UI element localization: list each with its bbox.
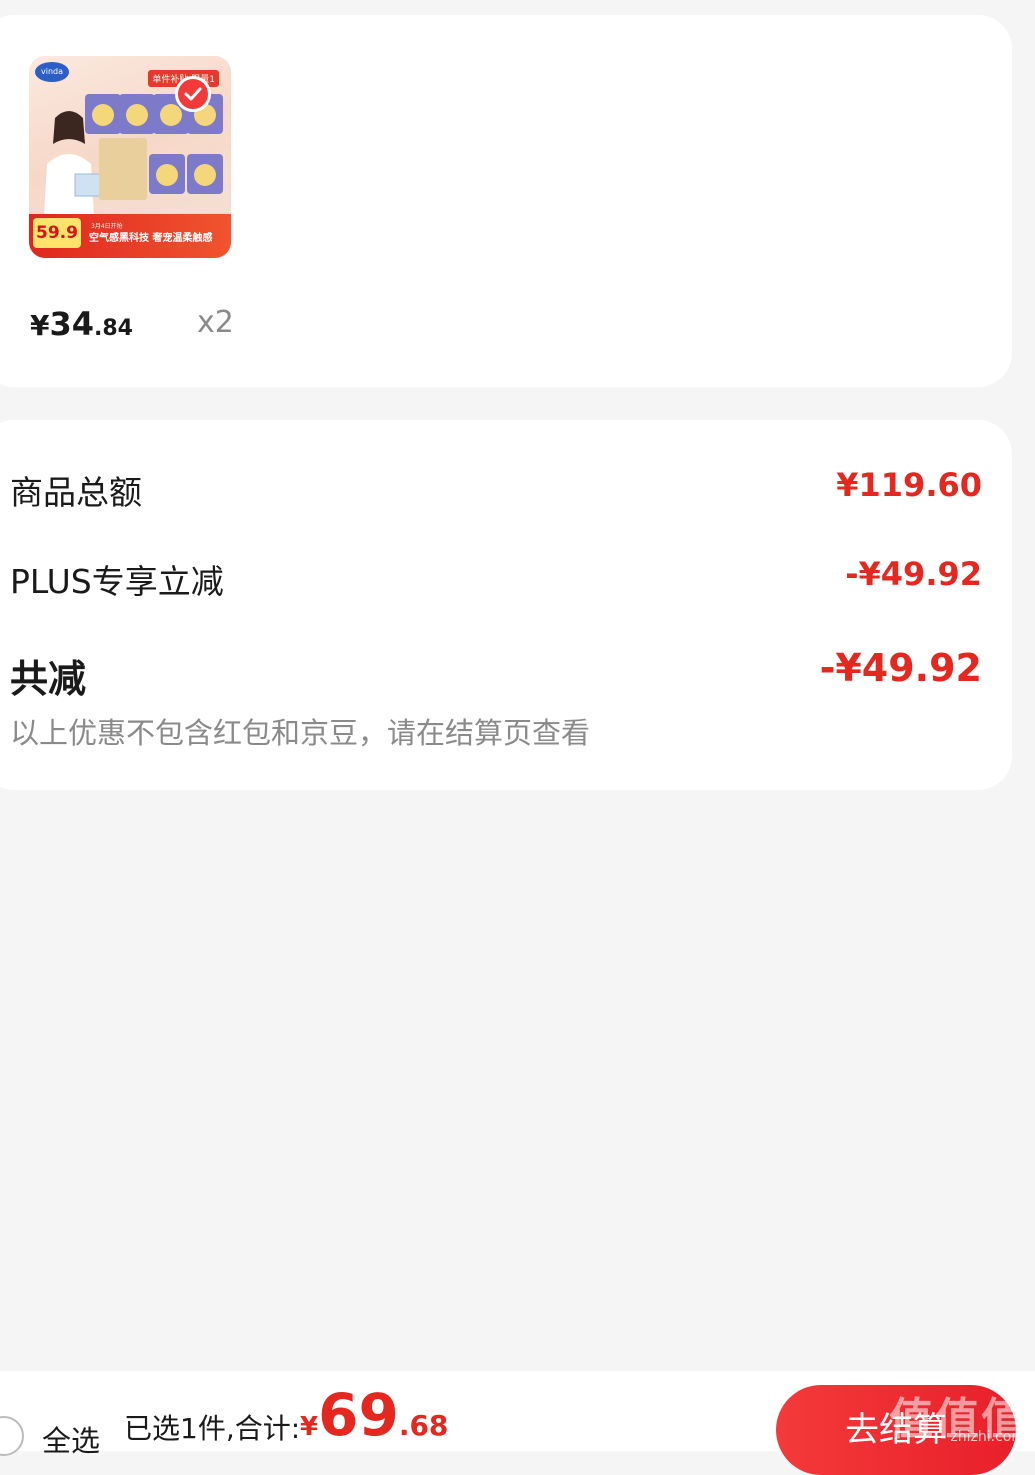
image-price-tag: 59.9 [33,218,81,248]
price-summary-card: 商品总额 ¥119.60 PLUS专享立减 -¥49.92 共减 -¥49.92… [0,420,1012,790]
total-symbol: ¥ [300,1412,319,1442]
selected-total-label: 已选1件,合计: [124,1412,301,1445]
brand-logo: vinda [35,62,69,82]
price-integer: 34 [49,305,95,343]
total-reduction-value: -¥49.92 [819,646,982,690]
checkout-bar: 全选 已选1件,合计: ¥69.68 去结算 值值值 zhizhi.com [0,1371,1035,1475]
tissue-box [99,138,147,200]
tissue-pack [187,154,223,194]
image-slogan-small: 3月4日开抢 [91,223,123,230]
discount-note: 以上优惠不包含红包和京豆，请在结算页查看 [10,716,591,750]
total-reduction-label: 共减 [10,657,87,701]
goods-total-label: 商品总额 [10,473,142,512]
selected-check-icon[interactable] [175,76,211,112]
select-all-radio[interactable] [0,1416,24,1456]
goods-total-value: ¥119.60 [836,466,982,504]
watermark-text: zhizhi.com [950,1429,1025,1445]
tissue-pack [85,94,121,134]
product-quantity: x2 [197,305,234,340]
tissue-pack [119,94,155,134]
selected-total-price: ¥69.68 [300,1381,448,1449]
product-price: ¥34.84 [30,305,133,343]
plus-discount-value: -¥49.92 [845,555,982,593]
total-decimal: .68 [398,1409,449,1442]
price-symbol: ¥ [30,309,50,342]
plus-discount-label: PLUS专享立减 [10,562,224,601]
tissue-pack [149,154,185,194]
product-image[interactable]: vinda 单件补贴 限量1 59.9 空气感黑科技 奢宠温柔触感 3月4日开抢 [29,56,231,258]
price-decimal: .84 [94,316,133,341]
product-card: vinda 单件补贴 限量1 59.9 空气感黑科技 奢宠温柔触感 3月4日开抢… [0,15,1012,387]
total-integer: 69 [318,1381,399,1449]
select-all-label[interactable]: 全选 [42,1418,100,1460]
image-slogan: 空气感黑科技 奢宠温柔触感 [89,233,213,244]
